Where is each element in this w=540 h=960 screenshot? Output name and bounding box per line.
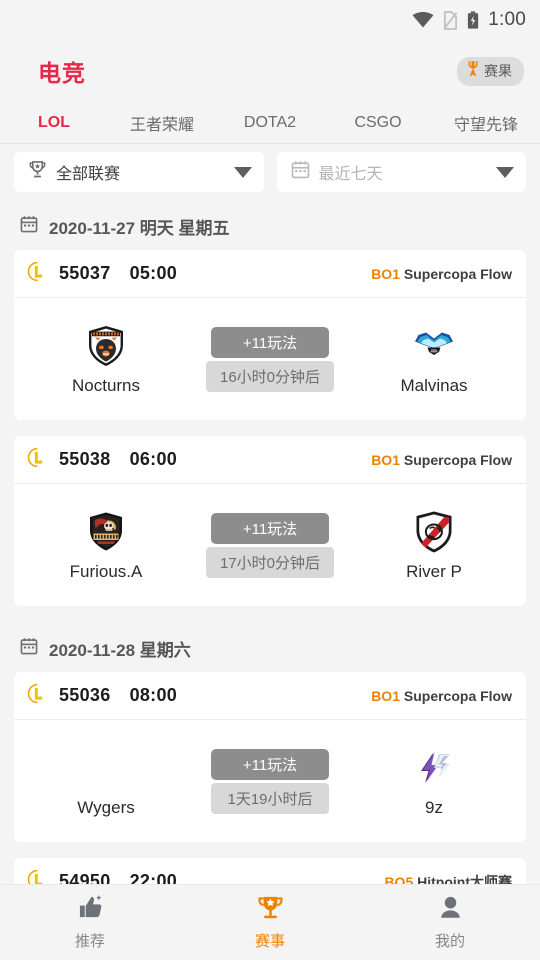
medal-icon <box>466 60 480 82</box>
match-league-name: Supercopa Flow <box>403 687 512 704</box>
match-card-body: Wygers +11玩法 1天19小时后 9z <box>14 720 526 842</box>
away-team-name: River P <box>406 561 462 581</box>
home-team-name: Wygers <box>77 797 135 817</box>
away-team: 9z <box>350 745 518 818</box>
nav-label-matches: 赛事 <box>254 932 285 950</box>
thumbs-up-icon <box>77 894 104 925</box>
tab-kings-honor[interactable]: 王者荣耀 <box>108 111 216 135</box>
trophy-star-icon <box>257 895 284 925</box>
away-team-name: Malvinas <box>400 375 468 395</box>
play-count-badge[interactable]: +11玩法 <box>211 512 329 544</box>
trophy-icon <box>28 160 47 184</box>
nocturns-bear-crest-logo <box>83 323 129 369</box>
game-tabs: LOL 王者荣耀 DOTA2 CSGO 守望先锋 <box>0 102 540 144</box>
match-id: 55036 <box>59 685 111 705</box>
date-section-label: 2020-11-28 星期六 <box>49 641 191 660</box>
tab-overwatch[interactable]: 守望先锋 <box>432 111 540 135</box>
match-league: BO1 Supercopa Flow <box>371 688 512 704</box>
match-card-body: Furious.A +11玩法 17小时0分钟后 River P <box>14 484 526 606</box>
malvinas-blue-eagle-logo <box>411 323 457 369</box>
app-header: 电竞 赛果 <box>0 40 540 102</box>
nav-label-recommend: 推荐 <box>74 932 105 950</box>
wifi-icon <box>412 12 434 28</box>
home-team-name: Nocturns <box>71 375 141 395</box>
battery-charging-icon <box>467 11 479 29</box>
date-section-header: 2020-11-28 星期六 <box>14 622 526 672</box>
lol-game-icon <box>27 683 48 709</box>
match-card-header: 55037 05:00 BO1 Supercopa Flow <box>14 250 526 298</box>
lol-game-icon <box>27 261 48 287</box>
home-team: Nocturns <box>22 323 190 396</box>
river-plate-shield-logo <box>411 509 457 555</box>
match-list[interactable]: 2020-11-27 明天 星期五 55037 05:00 BO1 Superc… <box>0 200 540 960</box>
date-filter[interactable]: 最近七天 <box>276 152 526 192</box>
match-time: 05:00 <box>129 263 178 283</box>
match-id: 55037 <box>59 263 111 283</box>
match-center: +11玩法 1天19小时后 <box>190 748 350 814</box>
no-sim-icon <box>443 10 458 30</box>
match-card[interactable]: 55037 05:00 BO1 Supercopa Flow Nocturns … <box>14 250 526 420</box>
countdown-badge: 16小时0分钟后 <box>205 360 335 392</box>
match-league: BO1 Supercopa Flow <box>371 452 512 468</box>
filter-bar: 全部联赛 最近七天 <box>0 144 540 200</box>
person-icon <box>437 895 464 925</box>
tab-csgo[interactable]: CSGO <box>324 114 432 132</box>
match-center: +11玩法 17小时0分钟后 <box>190 512 350 578</box>
play-count-badge[interactable]: +11玩法 <box>211 748 329 780</box>
calendar-icon <box>20 637 38 660</box>
chevron-down-icon <box>496 166 514 178</box>
nav-item-profile[interactable]: 我的 <box>360 895 540 951</box>
match-league-name: Supercopa Flow <box>403 265 512 282</box>
away-team: River P <box>350 509 518 582</box>
play-count-badge[interactable]: +11玩法 <box>211 326 329 358</box>
countdown-badge: 1天19小时后 <box>211 782 329 814</box>
nav-item-matches[interactable]: 赛事 <box>180 895 360 951</box>
tab-dota2[interactable]: DOTA2 <box>216 114 324 132</box>
furious-dark-crest-logo <box>83 509 129 555</box>
status-time: 1:00 <box>488 9 526 30</box>
home-team: Furious.A <box>22 509 190 582</box>
match-time: 06:00 <box>129 449 178 469</box>
countdown-badge: 17小时0分钟后 <box>205 546 335 578</box>
match-bo: BO1 <box>371 265 400 282</box>
match-center: +11玩法 16小时0分钟后 <box>190 326 350 392</box>
tab-lol[interactable]: LOL <box>0 114 108 132</box>
match-league-name: Supercopa Flow <box>403 451 512 468</box>
app-root: 1:00 电竞 赛果 LOL 王者荣耀 DOTA2 CSGO 守望先锋 全部联赛… <box>0 0 540 960</box>
match-card-header: 55036 08:00 BO1 Supercopa Flow <box>14 672 526 720</box>
lol-game-icon <box>27 447 48 473</box>
nav-item-recommend[interactable]: 推荐 <box>0 894 180 951</box>
home-team: Wygers <box>22 745 190 818</box>
match-results-label: 赛果 <box>484 63 512 79</box>
home-team-name: Furious.A <box>69 561 143 581</box>
status-bar: 1:00 <box>0 0 540 40</box>
nav-label-profile: 我的 <box>434 932 465 950</box>
league-filter[interactable]: 全部联赛 <box>14 152 264 192</box>
away-team-name: 9z <box>425 797 443 817</box>
team-logo-placeholder <box>83 745 129 791</box>
match-bo: BO1 <box>371 451 400 468</box>
page-title: 电竞 <box>38 60 86 86</box>
date-filter-value: 最近七天 <box>318 166 383 183</box>
match-results-button[interactable]: 赛果 <box>457 56 524 86</box>
date-section-label: 2020-11-27 明天 星期五 <box>49 219 230 238</box>
date-section-header: 2020-11-27 明天 星期五 <box>14 200 526 250</box>
9z-purple-bolt-logo <box>411 745 457 791</box>
match-card[interactable]: 55036 08:00 BO1 Supercopa Flow Wygers +1… <box>14 672 526 842</box>
match-league: BO1 Supercopa Flow <box>371 266 512 282</box>
calendar-icon <box>20 215 38 238</box>
match-card-header: 55038 06:00 BO1 Supercopa Flow <box>14 436 526 484</box>
league-filter-value: 全部联赛 <box>56 166 121 183</box>
match-card[interactable]: 55038 06:00 BO1 Supercopa Flow Furious.A… <box>14 436 526 606</box>
chevron-down-icon <box>233 166 252 178</box>
match-bo: BO1 <box>371 687 400 704</box>
match-time: 08:00 <box>129 685 178 705</box>
away-team: Malvinas <box>350 323 518 396</box>
bottom-navigation: 推荐 赛事 我的 <box>0 884 540 960</box>
calendar-icon <box>291 160 310 184</box>
match-card-body: Nocturns +11玩法 16小时0分钟后 Malvinas <box>14 298 526 420</box>
match-id: 55038 <box>59 449 111 469</box>
